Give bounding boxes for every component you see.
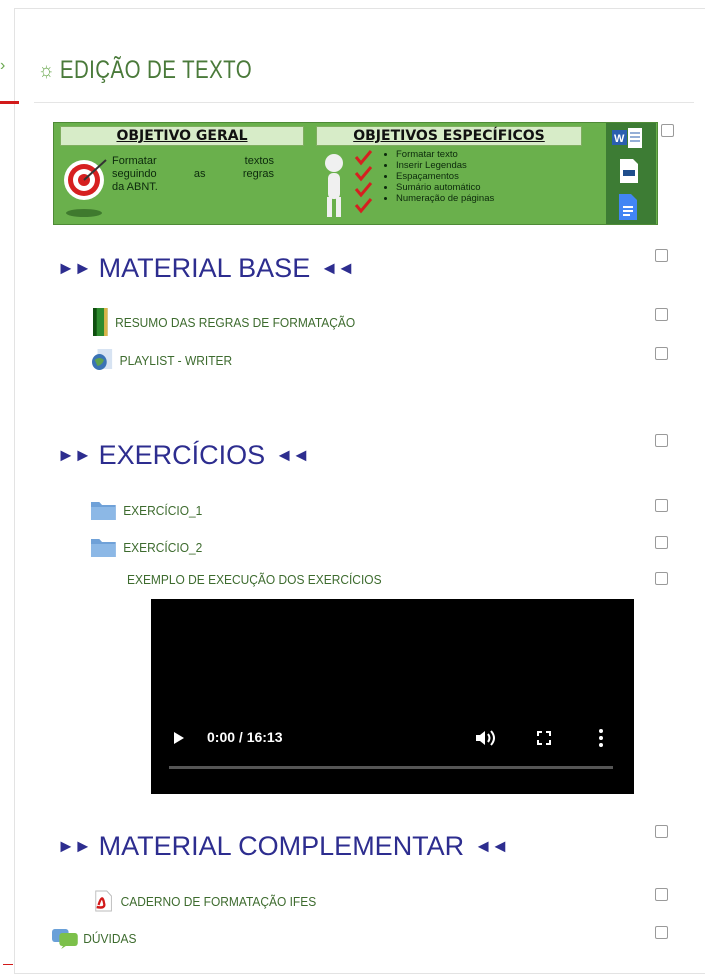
google-docs-icon — [619, 194, 637, 220]
chat-icon — [52, 929, 78, 949]
completion-checkbox[interactable] — [655, 347, 668, 360]
video-time: 0:00 / 16:13 — [207, 729, 283, 745]
objectives-banner: OBJETIVO GERAL OBJETIVOS ESPECÍFICOS For… — [53, 122, 658, 225]
completion-checkbox[interactable] — [655, 572, 668, 585]
double-right-arrow-icon: ►► — [57, 444, 92, 465]
list-item: Formatar texto — [396, 149, 594, 160]
activity-resumo[interactable]: RESUMO DAS REGRAS DE FORMATAÇÃO — [93, 308, 355, 336]
activity-playlist[interactable]: PLAYLIST - WRITER — [92, 349, 232, 371]
play-icon[interactable] — [173, 731, 185, 745]
label-exemplo: EXEMPLO DE EXECUÇÃO DOS EXERCÍCIOS — [127, 572, 382, 587]
globe-icon — [92, 349, 113, 370]
section-title: ☼ EDIÇÃO DE TEXTO — [38, 54, 252, 86]
checklist-figure-icon — [325, 150, 373, 217]
heading-material-base: ►► MATERIAL BASE ◄◄ — [57, 252, 355, 283]
double-right-arrow-icon: ►► — [57, 835, 92, 856]
document-icon — [620, 159, 638, 183]
heading-material-complementar: ►► MATERIAL COMPLEMENTAR ◄◄ — [57, 830, 509, 861]
activity-duvidas[interactable]: DÚVIDAS — [52, 927, 136, 949]
more-options-icon[interactable] — [598, 728, 604, 748]
double-left-arrow-icon: ◄◄ — [320, 257, 355, 278]
list-item: Numeração de páginas — [396, 193, 594, 204]
general-objective-heading: OBJETIVO GERAL — [60, 126, 304, 146]
heading-exercicios: ►► EXERCÍCIOS ◄◄ — [57, 439, 310, 470]
video-progress-bar[interactable] — [169, 766, 613, 769]
folder-icon — [91, 502, 116, 520]
list-item: Inserir Legendas — [396, 160, 594, 171]
double-left-arrow-icon: ◄◄ — [275, 444, 310, 465]
divider — [34, 102, 694, 103]
activity-exercicio-1[interactable]: EXERCÍCIO_1 — [91, 500, 202, 520]
completion-checkbox[interactable] — [655, 926, 668, 939]
completion-checkbox[interactable] — [655, 249, 668, 262]
activity-exercicio-2[interactable]: EXERCÍCIO_2 — [91, 537, 202, 557]
target-figure-icon — [64, 159, 107, 217]
double-left-arrow-icon: ◄◄ — [474, 835, 509, 856]
section-title-text: EDIÇÃO DE TEXTO — [59, 55, 253, 84]
completion-checkbox[interactable] — [661, 124, 674, 137]
pdf-icon — [95, 890, 112, 912]
completion-checkbox[interactable] — [655, 888, 668, 901]
completion-checkbox[interactable] — [655, 434, 668, 447]
folder-icon — [91, 539, 116, 557]
marker-line-bottom — [3, 964, 13, 965]
list-item: Espaçamentos — [396, 171, 594, 182]
completion-checkbox[interactable] — [655, 499, 668, 512]
double-right-arrow-icon: ►► — [57, 257, 92, 278]
completion-checkbox[interactable] — [655, 536, 668, 549]
svg-text:W: W — [614, 133, 625, 145]
completion-checkbox[interactable] — [655, 825, 668, 838]
fullscreen-icon[interactable] — [537, 731, 551, 745]
sun-icon: ☼ — [38, 57, 55, 82]
specific-objectives-heading: OBJETIVOS ESPECÍFICOS — [316, 126, 582, 146]
book-icon — [93, 308, 108, 336]
specific-objectives-list: Formatar texto Inserir Legendas Espaçame… — [382, 149, 594, 223]
completion-checkbox[interactable] — [655, 308, 668, 321]
activity-caderno[interactable]: CADERNO DE FORMATAÇÃO IFES — [93, 890, 316, 912]
marker-line — [0, 101, 19, 104]
video-player[interactable]: 0:00 / 16:13 — [151, 599, 634, 794]
general-objective-text: Formatar textos seguindo as regras da AB… — [112, 155, 274, 193]
expand-arrow-icon[interactable]: › — [0, 58, 5, 74]
volume-icon[interactable] — [475, 729, 497, 747]
word-icon: W — [612, 128, 642, 148]
list-item: Sumário automático — [396, 182, 594, 193]
